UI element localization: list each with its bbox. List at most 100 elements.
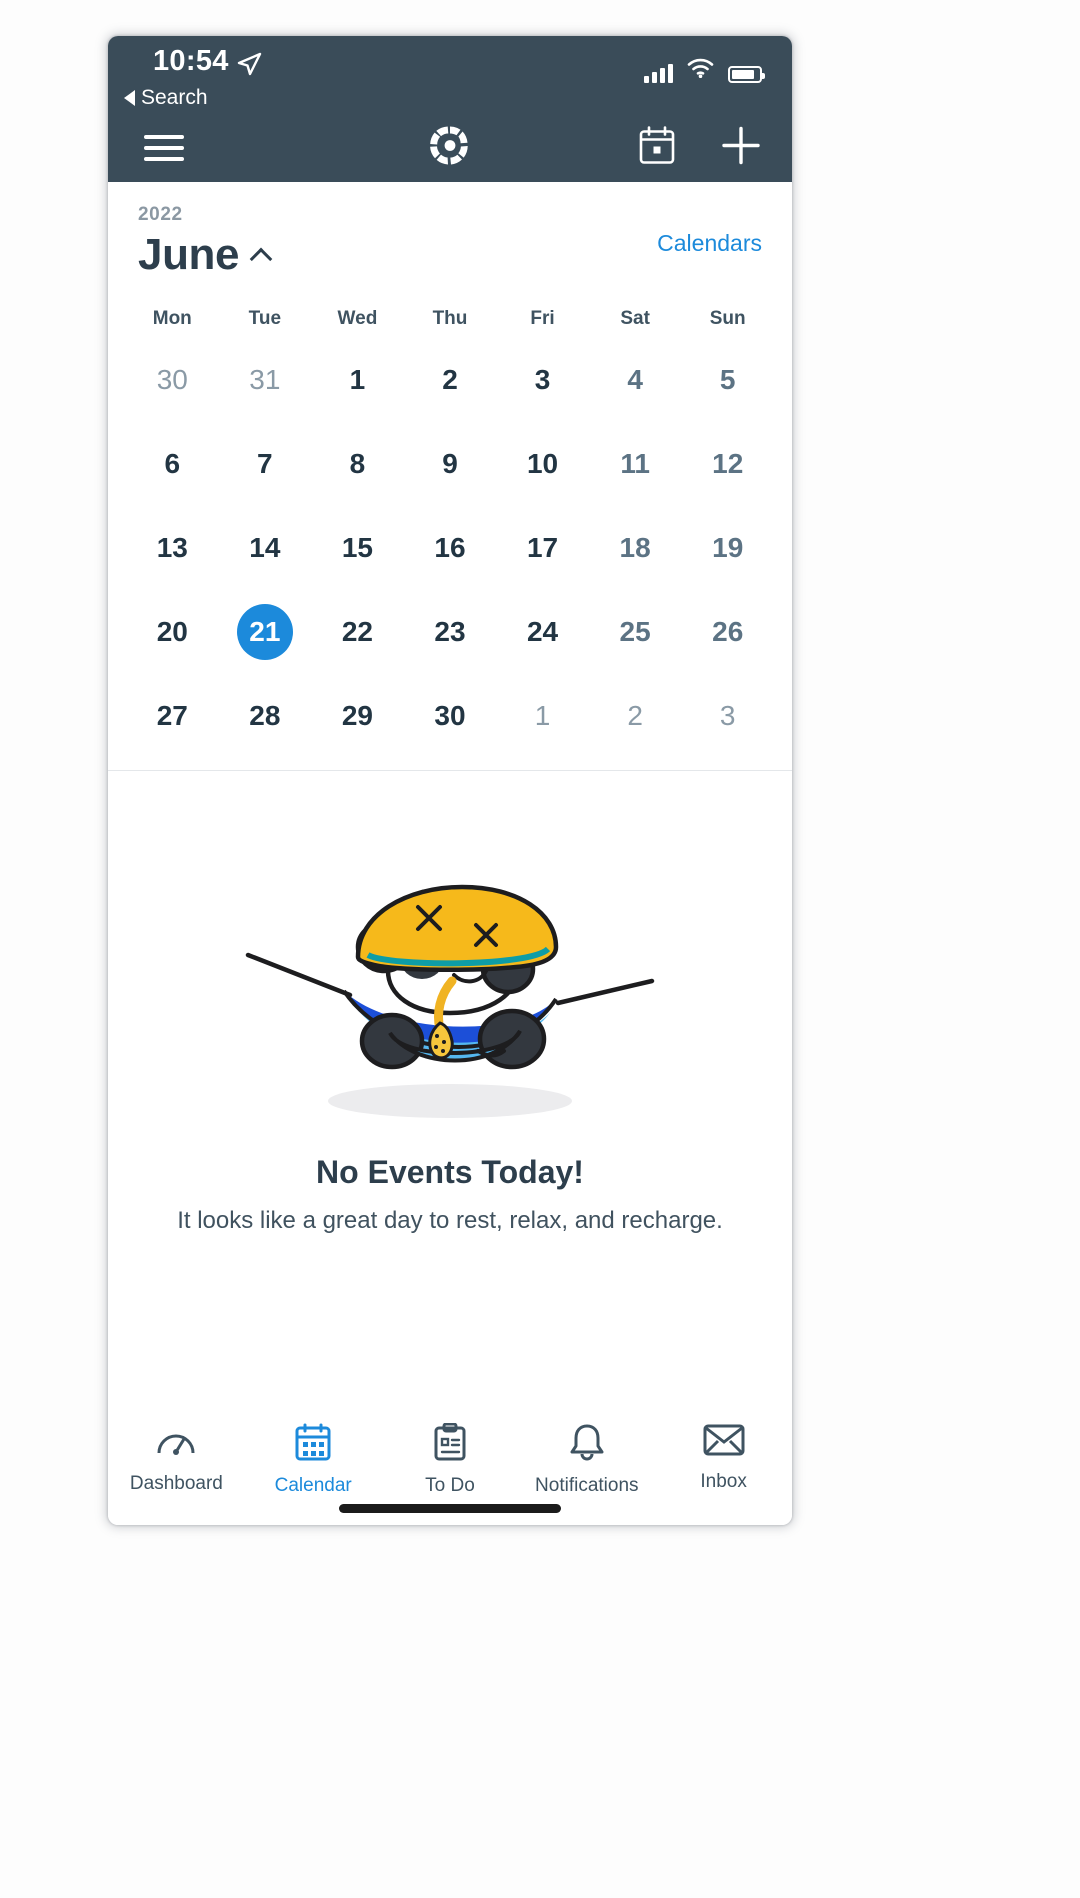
calendar-day[interactable]: 17 [515, 520, 571, 576]
calendar-cell[interactable]: 28 [219, 674, 312, 758]
calendar-day[interactable]: 5 [700, 352, 756, 408]
tab-notifications[interactable]: Notifications [518, 1423, 655, 1497]
calendar-week-row: 30 31 1 2 3 4 5 [126, 338, 774, 422]
calendar-cell[interactable]: 30 [126, 338, 219, 422]
calendar-cell[interactable]: 23 [404, 590, 497, 674]
calendar-day[interactable]: 29 [329, 688, 385, 744]
weekday-label: Mon [152, 308, 192, 329]
calendar-day[interactable]: 16 [422, 520, 478, 576]
calendar-cell[interactable]: 5 [681, 338, 774, 422]
calendar-day[interactable]: 24 [515, 604, 571, 660]
nav-actions [638, 125, 762, 172]
calendar-cell[interactable]: 15 [311, 506, 404, 590]
calendar-cell[interactable]: 12 [681, 422, 774, 506]
calendar-grid: Mon Tue Wed Thu Fri Sat Sun 30 31 1 2 3 4 5 6 7 8 9 10 11 1… [108, 300, 792, 758]
calendar-cell[interactable]: 3 [681, 674, 774, 758]
calendar-day[interactable]: 13 [144, 520, 200, 576]
tab-dashboard[interactable]: Dashboard [108, 1423, 245, 1495]
calendar-cell[interactable]: 11 [589, 422, 682, 506]
calendar-cell[interactable]: 7 [219, 422, 312, 506]
calendar-cell[interactable]: 21 [219, 590, 312, 674]
calendar-cell[interactable]: 14 [219, 506, 312, 590]
tab-calendar[interactable]: Calendar [245, 1423, 382, 1497]
calendar-cell[interactable]: 10 [496, 422, 589, 506]
tab-inbox[interactable]: Inbox [655, 1423, 792, 1493]
calendar-day[interactable]: 2 [607, 688, 663, 744]
location-arrow-icon [236, 51, 262, 82]
dotted-circle-logo-icon[interactable] [427, 123, 473, 174]
calendar-cell[interactable]: 31 [219, 338, 312, 422]
battery-icon [728, 66, 765, 83]
calendar-cell[interactable]: 20 [126, 590, 219, 674]
calendar-day[interactable]: 2 [422, 352, 478, 408]
calendar-day[interactable]: 1 [515, 688, 571, 744]
calendar-day[interactable]: 12 [700, 436, 756, 492]
calendars-link[interactable]: Calendars [657, 230, 762, 257]
calendar-cell[interactable]: 8 [311, 422, 404, 506]
empty-state-subtitle: It looks like a great day to rest, relax… [177, 1207, 723, 1234]
calendar-cell[interactable]: 25 [589, 590, 682, 674]
calendar-day-icon[interactable] [638, 126, 676, 171]
cellular-signal-icon [644, 63, 673, 83]
plus-icon[interactable] [720, 125, 762, 172]
app-nav-bar [108, 114, 792, 182]
calendar-cell[interactable]: 19 [681, 506, 774, 590]
calendar-day[interactable]: 30 [422, 688, 478, 744]
calendar-day[interactable]: 9 [422, 436, 478, 492]
calendar-day[interactable]: 28 [237, 688, 293, 744]
tab-to-do[interactable]: To Do [382, 1422, 519, 1497]
calendar-cell[interactable]: 2 [589, 674, 682, 758]
calendar-day[interactable]: 30 [144, 352, 200, 408]
calendar-day[interactable]: 10 [515, 436, 571, 492]
calendar-cell[interactable]: 24 [496, 590, 589, 674]
calendar-day[interactable]: 14 [237, 520, 293, 576]
calendar-day-selected[interactable]: 21 [236, 604, 293, 660]
calendar-cell[interactable]: 17 [496, 506, 589, 590]
calendar-day[interactable]: 15 [329, 520, 385, 576]
calendar-day[interactable]: 8 [329, 436, 385, 492]
calendar-day[interactable]: 20 [144, 604, 200, 660]
calendar-day[interactable]: 23 [422, 604, 478, 660]
tab-label: Notifications [535, 1475, 639, 1496]
calendar-cell[interactable]: 3 [496, 338, 589, 422]
calendar-cell[interactable]: 9 [404, 422, 497, 506]
calendar-day[interactable]: 22 [329, 604, 385, 660]
hamburger-menu-icon[interactable] [144, 135, 184, 161]
calendar-cell[interactable]: 26 [681, 590, 774, 674]
calendar-cell[interactable]: 4 [589, 338, 682, 422]
tab-label: Calendar [274, 1475, 352, 1496]
calendar-cell[interactable]: 1 [311, 338, 404, 422]
calendar-cell[interactable]: 22 [311, 590, 404, 674]
status-bar: 10:54 Search [108, 36, 792, 114]
home-indicator [339, 1504, 561, 1513]
calendar-day[interactable]: 4 [607, 352, 663, 408]
calendar-day[interactable]: 11 [607, 436, 663, 492]
calendar-cell[interactable]: 13 [126, 506, 219, 590]
screenshot-root: 10:54 Search 2022 June Calendars Mon Tue… [0, 0, 1080, 1898]
calendar-week-row: 6 7 8 9 10 11 12 [126, 422, 774, 506]
calendar-day[interactable]: 1 [329, 352, 385, 408]
year-label: 2022 [138, 204, 183, 225]
calendar-header: 2022 June Calendars [108, 182, 792, 280]
back-to-search-button[interactable]: Search [124, 86, 208, 110]
calendar-cell[interactable]: 30 [404, 674, 497, 758]
calendar-cell[interactable]: 2 [404, 338, 497, 422]
calendar-day[interactable]: 25 [607, 604, 663, 660]
calendar-cell[interactable]: 6 [126, 422, 219, 506]
calendar-day[interactable]: 31 [237, 352, 293, 408]
calendar-day[interactable]: 7 [237, 436, 293, 492]
calendar-day[interactable]: 27 [144, 688, 200, 744]
calendar-cell[interactable]: 16 [404, 506, 497, 590]
calendar-day[interactable]: 6 [144, 436, 200, 492]
calendar-day[interactable]: 18 [607, 520, 663, 576]
calendar-day[interactable]: 26 [700, 604, 756, 660]
calendar-day[interactable]: 19 [700, 520, 756, 576]
gauge-icon [156, 1423, 196, 1464]
calendar-cell[interactable]: 27 [126, 674, 219, 758]
weekday-label: Tue [248, 308, 282, 329]
calendar-day[interactable]: 3 [515, 352, 571, 408]
calendar-day[interactable]: 3 [700, 688, 756, 744]
calendar-cell[interactable]: 18 [589, 506, 682, 590]
calendar-cell[interactable]: 29 [311, 674, 404, 758]
calendar-cell[interactable]: 1 [496, 674, 589, 758]
